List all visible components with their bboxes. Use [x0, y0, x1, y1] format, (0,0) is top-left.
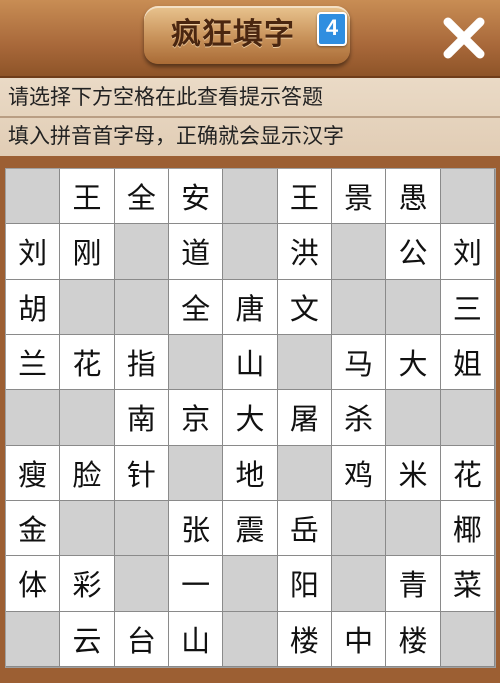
grid-cell-char[interactable]: 王	[60, 169, 115, 225]
grid-cell-blank[interactable]	[386, 390, 441, 446]
grid-cell-char[interactable]: 安	[168, 169, 224, 225]
grid-cell-char[interactable]: 山	[168, 611, 224, 667]
grid-cell-char[interactable]: 全	[114, 169, 169, 225]
grid-cell-char[interactable]: 刘	[440, 224, 495, 280]
grid-cell-blank[interactable]	[223, 611, 278, 667]
grid-cell-char[interactable]: 脸	[60, 445, 115, 501]
grid-cell-char[interactable]: 唐	[223, 279, 278, 335]
grid-cell-blank[interactable]	[6, 169, 61, 225]
grid-cell-char[interactable]: 屠	[277, 390, 332, 446]
grid-cell-char[interactable]: 兰	[6, 334, 61, 391]
game-title-plaque: 疯狂填字 4	[144, 6, 350, 64]
grid-cell-blank[interactable]	[277, 445, 332, 501]
grid-cell-char[interactable]: 大	[223, 390, 278, 446]
grid-cell-blank[interactable]	[6, 390, 61, 446]
grid-cell-blank[interactable]	[114, 500, 169, 557]
grid-cell-char[interactable]: 青	[386, 556, 441, 612]
grid-cell-char[interactable]: 马	[331, 334, 387, 391]
grid-cell-blank[interactable]	[223, 169, 278, 225]
grid-cell-char[interactable]: 刘	[6, 224, 61, 280]
grid-cell-char[interactable]: 金	[6, 500, 61, 557]
grid-cell-blank[interactable]	[331, 224, 387, 280]
grid-cell-blank[interactable]	[331, 500, 387, 557]
close-x-icon	[443, 17, 485, 59]
grid-cell-char[interactable]: 山	[223, 334, 278, 391]
grid-cell-blank[interactable]	[331, 279, 387, 335]
grid-cell-char[interactable]: 姐	[440, 334, 495, 391]
grid-cell-char[interactable]: 一	[168, 556, 224, 612]
grid-cell-blank[interactable]	[60, 500, 115, 557]
grid-cell-blank[interactable]	[168, 334, 224, 391]
grid-cell-char[interactable]: 楼	[386, 611, 441, 667]
grid-cell-char[interactable]: 刚	[60, 224, 115, 280]
puzzle-area: 王全安王景愚刘刚道洪公刘胡全唐文三兰花指山马大姐南京大屠杀瘦脸针地鸡米花金张震岳…	[0, 156, 500, 683]
grid-cell-blank[interactable]	[60, 279, 115, 335]
grid-cell-char[interactable]: 全	[168, 279, 224, 335]
grid-cell-char[interactable]: 鸡	[331, 445, 387, 501]
top-bar: 疯狂填字 4	[0, 0, 500, 78]
grid-cell-char[interactable]: 京	[168, 390, 224, 446]
grid-cell-char[interactable]: 王	[277, 169, 332, 225]
grid-cell-char[interactable]: 洪	[277, 224, 332, 280]
hint-text-select: 请选择下方空格在此查看提示答题	[8, 85, 323, 109]
grid-cell-blank[interactable]	[223, 556, 278, 612]
grid-cell-blank[interactable]	[331, 556, 387, 612]
grid-cell-char[interactable]: 椰	[440, 500, 495, 557]
grid-cell-char[interactable]: 花	[440, 445, 495, 501]
hint-panel: 请选择下方空格在此查看提示答题 填入拼音首字母，正确就会显示汉字	[0, 78, 500, 156]
grid-cell-blank[interactable]	[440, 611, 495, 667]
grid-cell-char[interactable]: 南	[114, 390, 169, 446]
grid-cell-char[interactable]: 云	[60, 611, 115, 667]
grid-cell-char[interactable]: 岳	[277, 500, 332, 557]
grid-cell-char[interactable]: 菜	[440, 556, 495, 612]
grid-cell-blank[interactable]	[440, 169, 495, 225]
grid-cell-char[interactable]: 胡	[6, 279, 61, 335]
grid-cell-char[interactable]: 地	[223, 445, 278, 501]
grid-cell-char[interactable]: 楼	[277, 611, 332, 667]
grid-cell-blank[interactable]	[386, 279, 441, 335]
grid-cell-blank[interactable]	[223, 224, 278, 280]
grid-cell-char[interactable]: 针	[114, 445, 169, 501]
grid-cell-char[interactable]: 张	[168, 500, 224, 557]
grid-cell-char[interactable]: 杀	[331, 390, 387, 446]
grid-cell-char[interactable]: 景	[331, 169, 387, 225]
grid-cell-blank[interactable]	[386, 500, 441, 557]
grid-cell-blank[interactable]	[6, 611, 61, 667]
grid-cell-char[interactable]: 体	[6, 556, 61, 612]
grid-cell-blank[interactable]	[114, 224, 169, 280]
grid-cell-char[interactable]: 瘦	[6, 445, 61, 501]
grid-cell-char[interactable]: 花	[60, 334, 115, 391]
crossword-grid: 王全安王景愚刘刚道洪公刘胡全唐文三兰花指山马大姐南京大屠杀瘦脸针地鸡米花金张震岳…	[5, 168, 496, 668]
grid-cell-char[interactable]: 彩	[60, 556, 115, 612]
grid-cell-char[interactable]: 愚	[386, 169, 441, 225]
grid-cell-char[interactable]: 中	[331, 611, 387, 667]
level-badge: 4	[317, 12, 347, 46]
grid-cell-char[interactable]: 大	[386, 334, 441, 391]
grid-cell-char[interactable]: 道	[168, 224, 224, 280]
grid-cell-blank[interactable]	[168, 445, 224, 501]
grid-cell-blank[interactable]	[277, 334, 332, 391]
grid-cell-char[interactable]: 指	[114, 334, 169, 391]
grid-cell-char[interactable]: 文	[277, 279, 332, 335]
grid-cell-blank[interactable]	[114, 279, 169, 335]
grid-cell-blank[interactable]	[60, 390, 115, 446]
grid-cell-char[interactable]: 阳	[277, 556, 332, 612]
game-title: 疯狂填字	[171, 17, 295, 52]
grid-cell-char[interactable]: 三	[440, 279, 495, 335]
grid-cell-blank[interactable]	[114, 556, 169, 612]
grid-cell-char[interactable]: 米	[386, 445, 441, 501]
grid-cell-char[interactable]: 台	[114, 611, 169, 667]
close-button[interactable]	[440, 14, 488, 62]
grid-cell-char[interactable]: 震	[223, 500, 278, 557]
hint-text-pinyin: 填入拼音首字母，正确就会显示汉字	[8, 124, 344, 148]
grid-cell-char[interactable]: 公	[386, 224, 441, 280]
grid-cell-blank[interactable]	[440, 390, 495, 446]
